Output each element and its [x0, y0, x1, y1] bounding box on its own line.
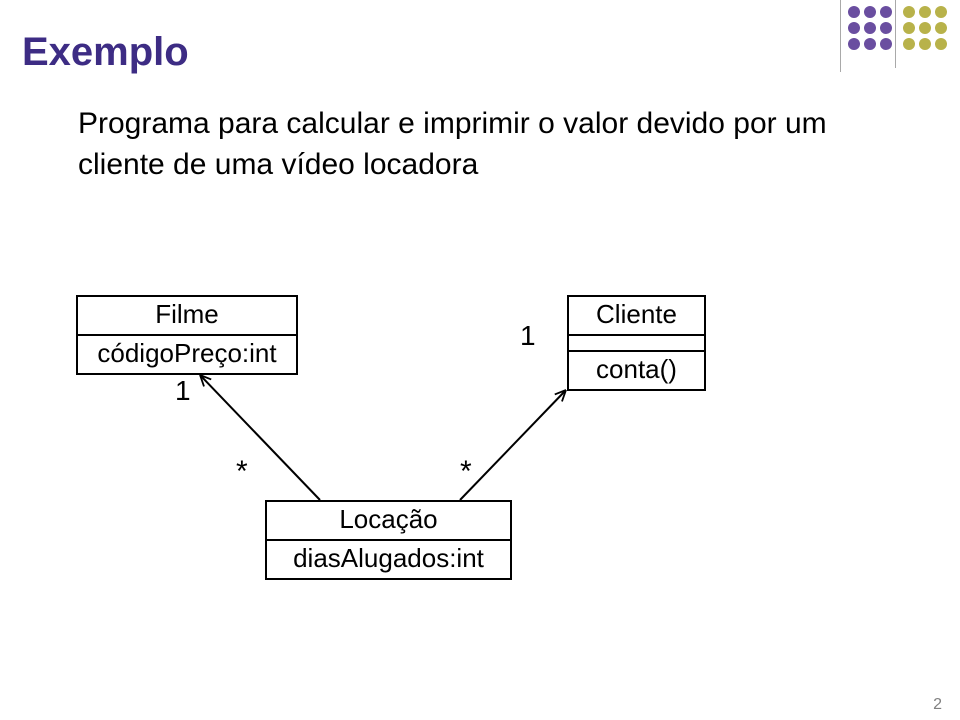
- uml-class-filme: Filme códigoPreço:int: [76, 295, 298, 375]
- uml-class-name: Filme: [78, 297, 296, 334]
- multiplicity-cliente: 1: [520, 320, 536, 352]
- multiplicity-locacao-left: *: [236, 455, 248, 489]
- uml-class-cliente: Cliente conta(): [567, 295, 706, 391]
- multiplicity-filme: 1: [175, 375, 191, 407]
- uml-class-attr: códigoPreço:int: [78, 334, 296, 373]
- decorative-dot-motif: [840, 0, 960, 80]
- uml-class-attr: diasAlugados:int: [267, 539, 510, 578]
- page-title: Exemplo: [22, 30, 189, 75]
- uml-class-empty: [569, 334, 704, 350]
- description-text: Programa para calcular e imprimir o valo…: [78, 104, 848, 185]
- slide-number: 2: [933, 696, 942, 714]
- multiplicity-locacao-right: *: [460, 455, 472, 489]
- uml-class-locacao: Locação diasAlugados:int: [265, 500, 512, 580]
- uml-class-name: Cliente: [569, 297, 704, 334]
- uml-class-name: Locação: [267, 502, 510, 539]
- uml-class-op: conta(): [569, 350, 704, 389]
